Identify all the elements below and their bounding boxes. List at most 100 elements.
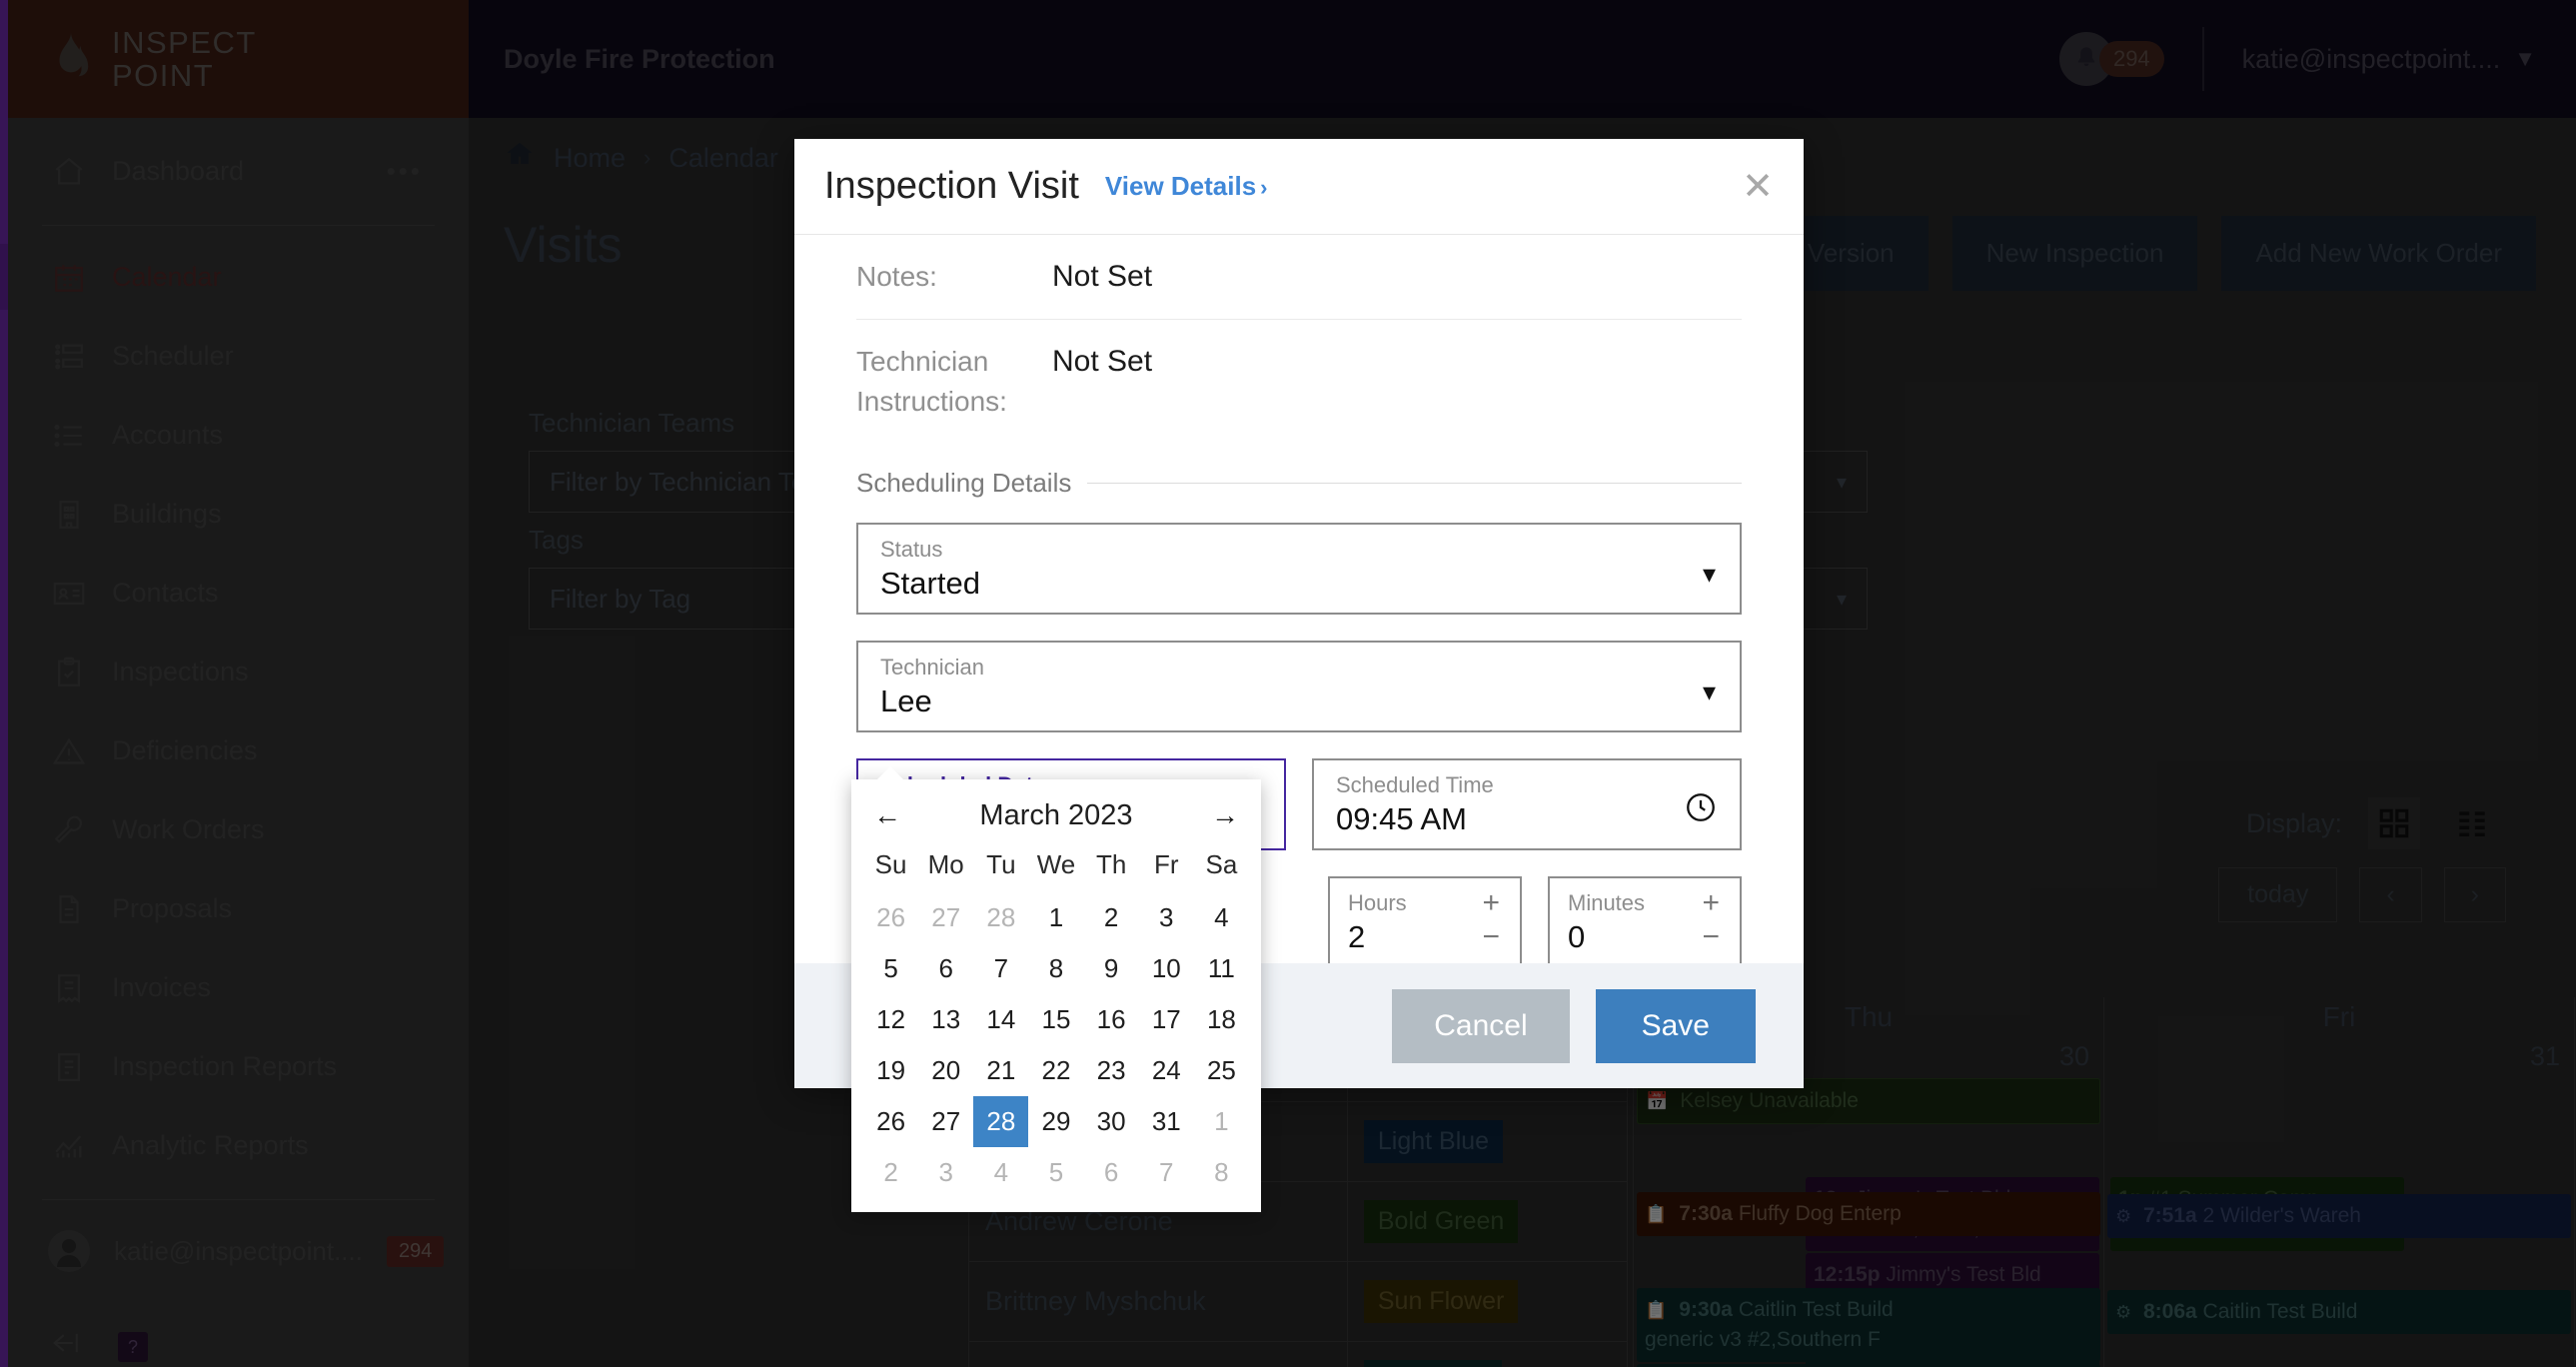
sidebar-item-inspection-reports[interactable]: Inspection Reports (8, 1027, 469, 1106)
sidebar-item-dashboard[interactable]: Dashboard ••• (8, 132, 469, 211)
date-cell[interactable]: 6 (1084, 1147, 1139, 1198)
sidebar-user[interactable]: katie@inspectpoint.... 294 (8, 1212, 469, 1290)
hours-stepper[interactable]: Hours 2 + − (1328, 876, 1522, 963)
date-cell[interactable]: 24 (1139, 1045, 1194, 1096)
date-cell[interactable]: 29 (1028, 1096, 1083, 1147)
date-cell[interactable]: 18 (1194, 994, 1249, 1045)
date-cell[interactable]: 31 (1139, 1096, 1194, 1147)
date-cell[interactable]: 2 (863, 1147, 918, 1198)
minutes-decrement-button[interactable]: − (1702, 920, 1720, 954)
save-button[interactable]: Save (1595, 988, 1756, 1063)
date-cell[interactable]: 12 (863, 994, 918, 1045)
date-cell[interactable]: 26 (863, 1096, 918, 1147)
date-cell[interactable]: 15 (1028, 994, 1083, 1045)
sidebar-item-label: Analytic Reports (112, 1130, 309, 1160)
today-button[interactable]: today (2218, 867, 2338, 922)
topbar: Doyle Fire Protection 294 katie@inspectp… (469, 0, 2576, 118)
sidebar-item-inspections[interactable]: Inspections (8, 633, 469, 711)
date-cell[interactable]: 26 (863, 892, 918, 943)
sidebar-item-deficiencies[interactable]: Deficiencies (8, 711, 469, 790)
sidebar-item-accounts[interactable]: Accounts (8, 396, 469, 475)
date-cell[interactable]: 17 (1139, 994, 1194, 1045)
date-cell[interactable]: 4 (973, 1147, 1028, 1198)
sidebar-item-proposals[interactable]: Proposals (8, 869, 469, 948)
notifications[interactable]: 294 (2058, 32, 2164, 86)
next-period-button[interactable]: › (2443, 867, 2506, 922)
grid-view-icon[interactable] (2368, 797, 2420, 849)
more-options-icon[interactable]: ••• (387, 156, 423, 187)
date-cell[interactable]: 27 (918, 892, 973, 943)
date-cell[interactable]: 27 (918, 1096, 973, 1147)
date-cell[interactable]: 14 (973, 994, 1028, 1045)
sidebar-item-analytic-reports[interactable]: Analytic Reports (8, 1106, 469, 1185)
date-cell[interactable]: 3 (1139, 892, 1194, 943)
sidebar-item-contacts[interactable]: Contacts (8, 554, 469, 633)
calendar-day-number: 31 (2529, 1041, 2560, 1071)
status-select[interactable]: Status Started ▾ (856, 523, 1742, 615)
date-cell-selected[interactable]: 28 (973, 1096, 1029, 1147)
sidebar-item-buildings[interactable]: Buildings (8, 475, 469, 554)
chevron-down-icon[interactable]: ▼ (2514, 46, 2536, 72)
calendar-column-fri: Fri 31 ⚙ 7:51a 2 Wilder's Wareh ⚙ 8:06a … (2103, 997, 2574, 1367)
date-cell[interactable]: 22 (1028, 1045, 1083, 1096)
date-cell[interactable]: 8 (1194, 1147, 1249, 1198)
breadcrumb-home[interactable]: Home (554, 143, 626, 174)
view-details-link[interactable]: View Details › (1105, 171, 1268, 202)
date-cell[interactable]: 7 (973, 943, 1028, 994)
date-cell[interactable]: 25 (1194, 1045, 1249, 1096)
date-cell[interactable]: 20 (918, 1045, 973, 1096)
day-of-week-header: Mo (927, 849, 964, 879)
sidebar-item-work-orders[interactable]: Work Orders (8, 790, 469, 869)
date-cell[interactable]: 28 (973, 892, 1028, 943)
date-cell[interactable]: 9 (1084, 943, 1139, 994)
date-cell[interactable]: 23 (1084, 1045, 1139, 1096)
hours-decrement-button[interactable]: − (1482, 920, 1500, 954)
date-cell[interactable]: 19 (863, 1045, 918, 1096)
technician-select[interactable]: Technician Lee ▾ (856, 641, 1742, 732)
collapse-sidebar-icon[interactable] (48, 1330, 82, 1364)
date-cell[interactable]: 1 (1028, 892, 1083, 943)
hours-increment-button[interactable]: + (1482, 886, 1500, 920)
close-icon[interactable]: ✕ (1742, 168, 1774, 206)
date-cell[interactable]: 30 (1084, 1096, 1139, 1147)
calendar-event[interactable]: 📋 9:30a Caitlin Test Build generic v3 #2… (1637, 1288, 2100, 1362)
minutes-stepper[interactable]: Minutes 0 + − (1548, 876, 1742, 963)
prev-period-button[interactable]: ‹ (2359, 867, 2422, 922)
date-cell[interactable]: 7 (1139, 1147, 1194, 1198)
brand-logo[interactable]: INSPECT POINT (8, 0, 469, 118)
home-icon[interactable] (504, 139, 536, 177)
sidebar-item-invoices[interactable]: Invoices (8, 948, 469, 1027)
cancel-button[interactable]: Cancel (1392, 988, 1570, 1063)
new-inspection-button[interactable]: New Inspection (1951, 216, 2198, 291)
date-cell[interactable]: 6 (918, 943, 973, 994)
scheduled-time-input[interactable]: Scheduled Time 09:45 AM (1312, 758, 1742, 850)
date-cell[interactable]: 4 (1194, 892, 1249, 943)
date-cell[interactable]: 3 (918, 1147, 973, 1198)
date-cell[interactable]: 5 (1028, 1147, 1083, 1198)
list-view-icon[interactable] (2446, 797, 2498, 849)
date-cell[interactable]: 21 (973, 1045, 1028, 1096)
detail-row-notes: Notes: Not Set (856, 235, 1742, 320)
sidebar-item-scheduler[interactable]: Scheduler (8, 317, 469, 396)
field-value: Started (880, 566, 980, 601)
date-cell[interactable]: 8 (1028, 943, 1083, 994)
date-cell[interactable]: 13 (918, 994, 973, 1045)
prev-month-button[interactable]: ← (873, 799, 901, 831)
date-cell[interactable]: 1 (1194, 1096, 1249, 1147)
date-cell[interactable]: 11 (1194, 943, 1249, 994)
add-new-work-order-button[interactable]: Add New Work Order (2221, 216, 2536, 291)
minutes-increment-button[interactable]: + (1702, 886, 1720, 920)
date-cell[interactable]: 16 (1084, 994, 1139, 1045)
date-cell[interactable]: 10 (1139, 943, 1194, 994)
next-month-button[interactable]: → (1211, 799, 1239, 831)
detail-value: Not Set (1052, 260, 1153, 293)
calendar-event[interactable]: ⚙ 7:51a 2 Wilder's Wareh (2107, 1194, 2571, 1238)
calendar-event[interactable]: ⚙ 8:06a Caitlin Test Build (2107, 1290, 2571, 1334)
clock-icon[interactable] (1684, 790, 1718, 829)
date-cell[interactable]: 2 (1084, 892, 1139, 943)
date-cell[interactable]: 5 (863, 943, 918, 994)
help-icon[interactable]: ? (118, 1332, 148, 1362)
calendar-event[interactable]: 📋 7:30a Fluffy Dog Enterp (1637, 1192, 2100, 1236)
sidebar-item-calendar[interactable]: Calendar (0, 238, 469, 317)
topbar-user-email[interactable]: katie@inspectpoint.... (2242, 44, 2501, 75)
